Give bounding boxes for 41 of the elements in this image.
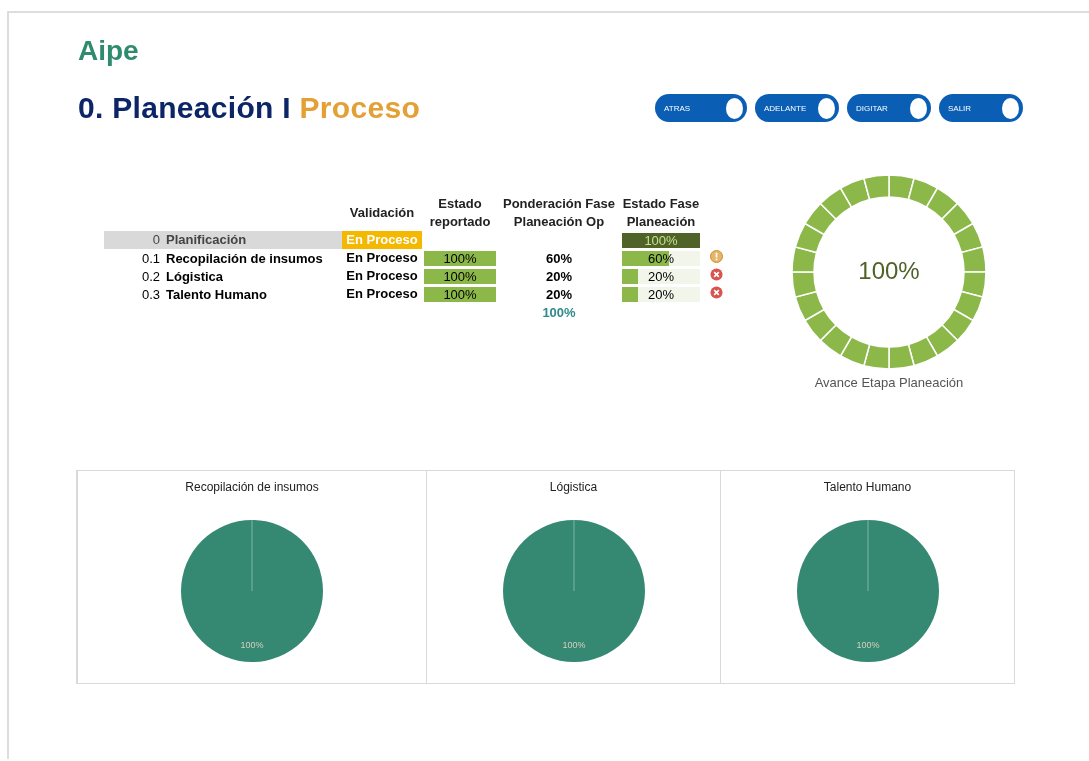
chart-title: Lógistica: [549, 480, 598, 494]
row-number: 0.3: [140, 286, 161, 302]
percent-value: 100%: [442, 286, 478, 302]
page-heading: 0. Planeación I Proceso: [78, 91, 421, 125]
weight-value: 20%: [545, 286, 573, 302]
column-header: Validación: [348, 204, 416, 222]
status-text: En Proceso: [345, 267, 419, 285]
chart-title: Recopilación de insumos: [185, 480, 319, 494]
status-badge: En Proceso: [342, 231, 422, 249]
task-name: Talento Humano: [165, 286, 268, 302]
row-number: 0.2: [140, 268, 161, 284]
percent-value: 100%: [643, 232, 679, 248]
percent-value: 20%: [647, 268, 675, 284]
status-text: En Proceso: [345, 285, 419, 303]
percent-value: 100%: [442, 268, 478, 284]
weight-total: 100%: [541, 304, 577, 320]
toggle-button[interactable]: ADELANTE: [755, 94, 839, 122]
task-name: Lógistica: [165, 268, 225, 284]
row-number: 0.1: [140, 250, 161, 266]
brand-title: Aipe: [78, 35, 139, 68]
data-label: 100%: [240, 640, 264, 650]
percent-value: 20%: [647, 286, 675, 302]
percent-value: 100%: [442, 250, 478, 266]
gauge-value: 100%: [857, 257, 921, 285]
warning-icon: [710, 250, 723, 263]
column-header: Ponderación Fase Planeación Op: [502, 195, 616, 231]
weight-value: 60%: [545, 250, 573, 266]
column-header: Estado Fase Planeación: [621, 195, 701, 231]
error-icon: [710, 268, 723, 281]
status-text: En Proceso: [345, 249, 419, 267]
data-label: 100%: [562, 640, 585, 650]
toggle-button[interactable]: SALIR: [939, 94, 1023, 122]
column-header: Estado reportado: [428, 195, 492, 231]
chart-title: Talento Humano: [823, 480, 912, 494]
task-name: Recopilación de insumos: [165, 250, 324, 266]
error-icon: [710, 286, 723, 299]
toggle-button[interactable]: DIGITAR: [847, 94, 931, 122]
gauge-caption: Avance Etapa Planeación: [814, 375, 964, 390]
toggle-button[interactable]: ATRAS: [655, 94, 747, 122]
data-label: 100%: [856, 640, 879, 650]
weight-value: 20%: [545, 268, 573, 284]
